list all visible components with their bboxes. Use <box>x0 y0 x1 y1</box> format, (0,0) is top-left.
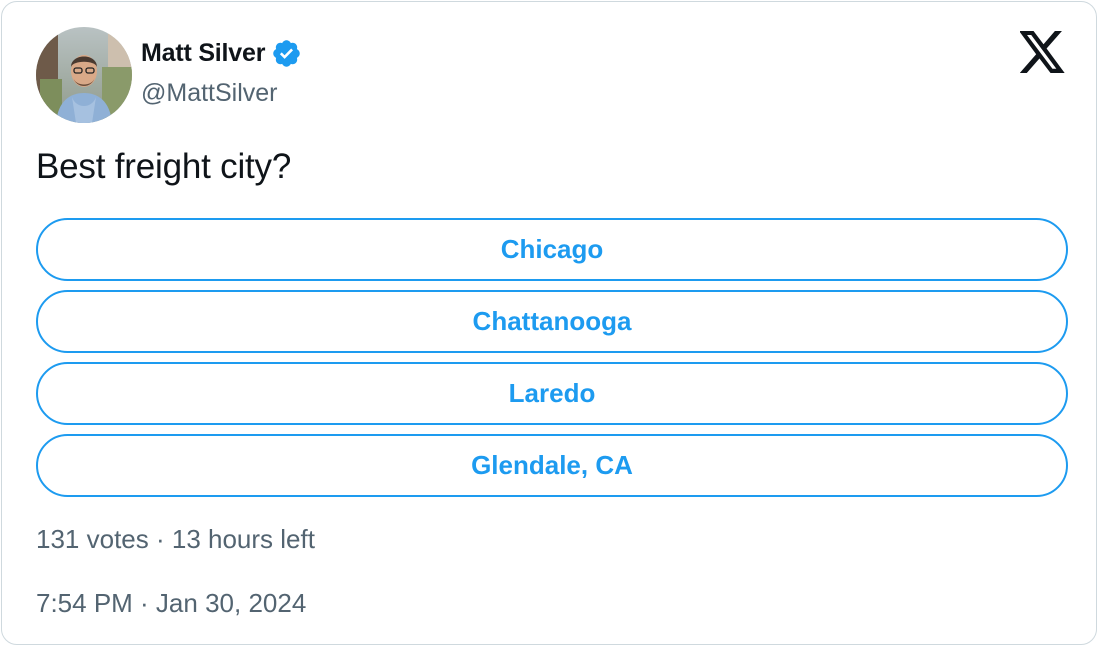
poll-option-label: Chattanooga <box>472 306 632 336</box>
timestamp[interactable]: 7:54 PM · Jan 30, 2024 <box>36 588 306 619</box>
author-handle[interactable]: @MattSilver <box>141 79 278 108</box>
tweet-text: Best freight city? <box>36 147 292 186</box>
avatar-photo <box>36 27 132 123</box>
tweet-card: Matt Silver @MattSilver Best freight cit… <box>1 1 1097 645</box>
poll-option-label: Chicago <box>500 234 604 264</box>
poll-option-label: Glendale, CA <box>471 450 633 480</box>
poll-option-label: Laredo <box>508 378 596 408</box>
x-logo-icon[interactable] <box>1019 31 1066 73</box>
poll-option-glendale[interactable]: Glendale, CA <box>36 434 1068 497</box>
poll: Chicago Chattanooga Laredo Glendale, CA <box>36 218 1068 506</box>
poll-option-chicago[interactable]: Chicago <box>36 218 1068 281</box>
poll-meta: 131 votes · 13 hours left <box>36 524 315 554</box>
avatar[interactable] <box>36 27 132 123</box>
verified-badge-icon <box>271 38 302 69</box>
author-name-row[interactable]: Matt Silver <box>141 34 302 72</box>
poll-option-laredo[interactable]: Laredo <box>36 362 1068 425</box>
poll-option-chattanooga[interactable]: Chattanooga <box>36 290 1068 353</box>
author-name[interactable]: Matt Silver <box>141 39 265 68</box>
